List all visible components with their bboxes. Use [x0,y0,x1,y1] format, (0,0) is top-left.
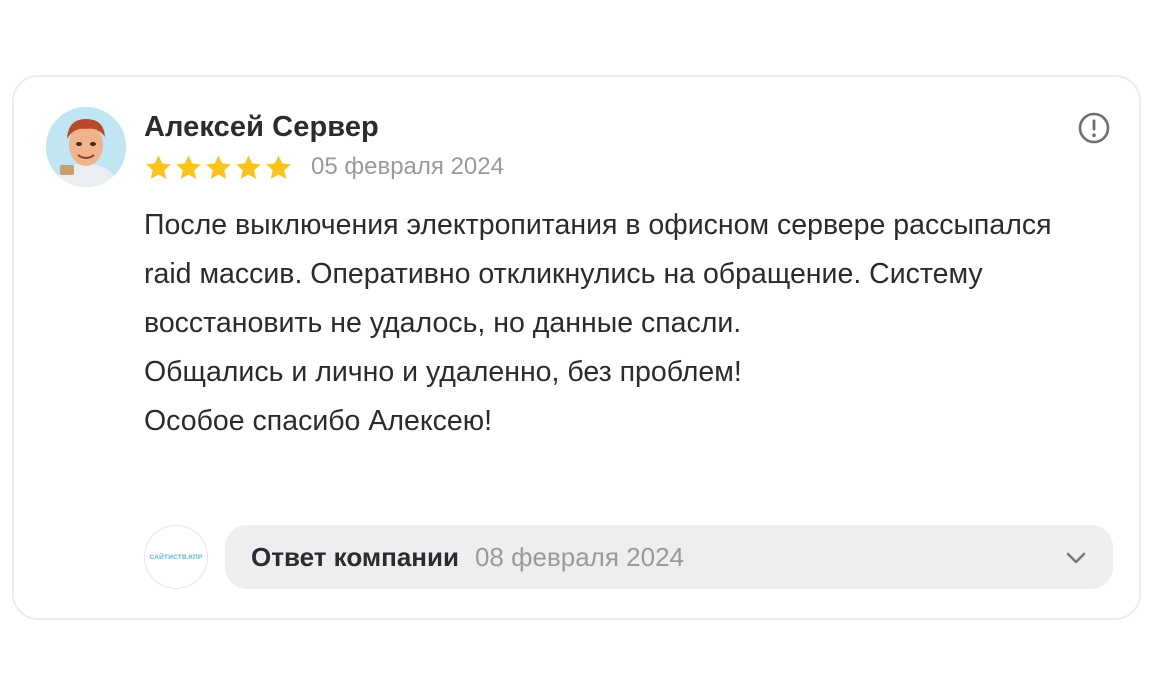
review-text: После выключения электропитания в офисно… [144,201,1064,446]
company-reply-label: Ответ компании [251,541,459,572]
star-icon [206,154,231,179]
avatar-illustration [46,107,126,187]
rating-row: 05 февраля 2024 [144,151,504,183]
star-icon [176,154,201,179]
company-logo[interactable]: САЙТИСТВ.КПР [144,525,208,589]
review-paragraph: Особое спасибо Алексею! [144,405,492,437]
company-reply-date: 08 февраля 2024 [474,541,684,572]
rating-stars [144,153,293,182]
review-paragraph: После выключения электропитания в офисно… [144,209,1052,339]
review-card: Алексей Сервер 05 февраля 2024 После вык… [12,75,1141,620]
star-icon [266,154,291,179]
review-paragraph: Общались и лично и удаленно, без проблем… [144,356,742,388]
exclamation-circle-icon[interactable] [1077,111,1111,145]
chevron-down-icon[interactable] [1063,545,1089,571]
author-avatar[interactable] [46,107,126,187]
review-date: 05 февраля 2024 [311,153,504,180]
star-icon [236,154,261,179]
company-reply-toggle[interactable]: Ответ компании 08 февраля 2024 [225,525,1113,589]
company-logo-text: САЙТИСТВ.КПР [149,553,203,561]
author-name[interactable]: Алексей Сервер [144,111,379,144]
star-icon [146,154,171,179]
